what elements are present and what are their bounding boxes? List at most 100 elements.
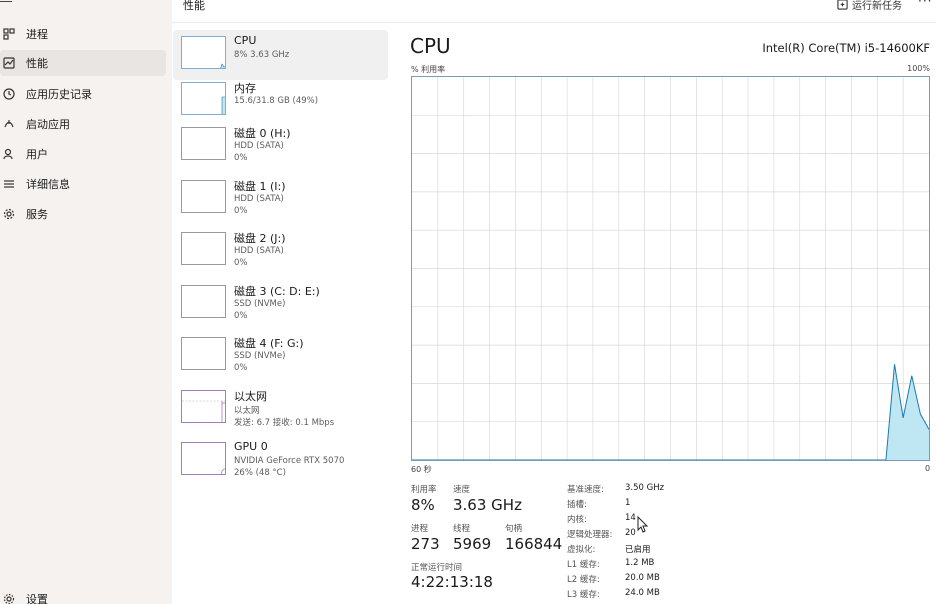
run-task-icon [837, 0, 848, 10]
device-name: 以太网 [234, 390, 267, 403]
spec-value: 20.0 MB [625, 573, 660, 583]
cpu-utilization-graph [411, 76, 930, 461]
device-item-disk-0[interactable]: 磁盘 0 (H:) HDD (SATA) 0% [173, 121, 388, 171]
spec-value: 1.2 MB [625, 558, 655, 568]
device-item-cpu[interactable]: CPU 8% 3.63 GHz [173, 30, 388, 80]
threads-label: 线程 [453, 524, 471, 534]
sidebar-item-label: 用户 [26, 148, 48, 161]
spec-value: 已启用 [625, 545, 651, 555]
device-item-gpu-0[interactable]: GPU 0 NVIDIA GeForce RTX 5070 26% (48 °C… [173, 436, 388, 486]
graph-xlabel-right: 0 [925, 464, 931, 473]
device-thumbnail [181, 127, 226, 160]
device-item-ethernet[interactable]: 以太网 以太网 发送: 6.7 接收: 0.1 Mbps [173, 384, 388, 434]
threads-value: 5969 [453, 535, 492, 553]
hamburger-menu-icon[interactable] [0, 0, 14, 10]
device-name: CPU [234, 34, 257, 47]
device-thumbnail [181, 82, 226, 115]
sidebar-item-details[interactable]: 详细信息 [0, 171, 166, 197]
device-name: 磁盘 1 (I:) [234, 180, 286, 193]
device-name: 磁盘 2 (J:) [234, 232, 286, 245]
device-thumbnail [181, 232, 226, 265]
users-icon [2, 147, 16, 161]
cpu-chart-svg [412, 77, 930, 461]
more-options-button[interactable]: ··· [918, 0, 932, 8]
speed-label: 速度 [453, 485, 471, 495]
graph-ylabel: % 利用率 [411, 65, 446, 74]
device-thumbnail [181, 442, 226, 475]
spec-label: 虚拟化: [567, 545, 596, 555]
device-subtitle: NVIDIA GeForce RTX 5070 [234, 456, 345, 466]
spec-value: 3.50 GHz [625, 483, 665, 493]
performance-icon [2, 56, 16, 70]
processes-label: 进程 [411, 524, 429, 534]
device-item-disk-2[interactable]: 磁盘 2 (J:) HDD (SATA) 0% [173, 226, 388, 276]
graph-ymax-label: 100% [907, 64, 930, 73]
device-subtitle: SSD (NVMe) [234, 351, 286, 361]
device-thumbnail [181, 390, 226, 423]
settings-gear-icon [2, 592, 16, 604]
device-name: 磁盘 0 (H:) [234, 127, 291, 140]
sidebar-item-settings[interactable]: 设置 [0, 586, 166, 604]
sidebar-item-services[interactable]: 服务 [0, 201, 166, 227]
run-new-task-button[interactable]: 运行新任务 [837, 0, 902, 12]
device-usage: 0% [234, 206, 248, 216]
mouse-cursor-icon [637, 516, 649, 533]
device-subtitle: HDD (SATA) [234, 246, 284, 256]
device-subtitle: 15.6/31.8 GB (49%) [234, 96, 319, 106]
spec-value: 20 [625, 528, 636, 538]
spec-label: 逻辑处理器: [567, 530, 613, 540]
cpu-model-name: Intel(R) Core(TM) i5-14600KF [762, 41, 930, 55]
device-item-disk-3[interactable]: 磁盘 3 (C: D: E:) SSD (NVMe) 0% [173, 279, 388, 329]
device-usage: 0% [234, 311, 248, 321]
device-usage: 26% (48 °C) [234, 468, 286, 478]
sidebar-item-label: 启动应用 [26, 118, 70, 131]
uptime-label: 正常运行时间 [411, 563, 463, 573]
device-thumbnail [181, 36, 226, 69]
sidebar-item-label: 应用历史记录 [26, 88, 92, 101]
device-item-memory[interactable]: 内存 15.6/31.8 GB (49%) [173, 76, 388, 126]
run-task-label: 运行新任务 [852, 1, 902, 12]
sidebar-item-label: 详细信息 [26, 178, 70, 191]
sidebar-item-label: 服务 [26, 208, 48, 221]
device-thumbnail [181, 180, 226, 213]
spec-label: L2 缓存: [567, 575, 600, 585]
sidebar-item-startup[interactable]: 启动应用 [0, 111, 166, 137]
utilization-value: 8% [411, 496, 435, 514]
sidebar: 进程 性能 应用历史记录 启动应用 用户 详细信息 服务 设置 [0, 0, 172, 604]
processes-icon [2, 27, 16, 41]
device-subtitle: 以太网 [234, 406, 260, 416]
sidebar-item-performance[interactable]: 性能 [0, 50, 166, 76]
page-title: 性能 [183, 0, 205, 12]
sidebar-item-processes[interactable]: 进程 [0, 21, 166, 47]
spec-value: 14 [625, 513, 636, 523]
handles-label: 句柄 [505, 524, 523, 534]
device-thumbnail [181, 285, 226, 318]
device-item-disk-4[interactable]: 磁盘 4 (F: G:) SSD (NVMe) 0% [173, 331, 388, 381]
device-subtitle: SSD (NVMe) [234, 299, 286, 309]
spec-label: L1 缓存: [567, 560, 600, 570]
sidebar-item-label: 设置 [26, 593, 48, 604]
spec-label: 插槽: [567, 500, 587, 510]
device-thumbnail [181, 337, 226, 370]
startup-icon [2, 117, 16, 131]
header-divider [172, 22, 936, 23]
sidebar-item-history[interactable]: 应用历史记录 [0, 81, 166, 107]
details-icon [2, 177, 16, 191]
spec-value: 1 [625, 498, 631, 508]
device-usage: 0% [234, 363, 248, 373]
uptime-value: 4:22:13:18 [411, 573, 493, 591]
device-name: 磁盘 4 (F: G:) [234, 337, 304, 350]
history-icon [2, 87, 16, 101]
device-item-disk-1[interactable]: 磁盘 1 (I:) HDD (SATA) 0% [173, 174, 388, 224]
sidebar-item-users[interactable]: 用户 [0, 141, 166, 167]
processes-value: 273 [411, 535, 440, 553]
device-name: 磁盘 3 (C: D: E:) [234, 285, 320, 298]
spec-label: 基准速度: [567, 485, 604, 495]
spec-label: L3 缓存: [567, 590, 600, 600]
device-usage: 0% [234, 153, 248, 163]
sidebar-item-label: 性能 [26, 57, 48, 70]
device-name: 内存 [234, 82, 256, 95]
spec-label: 内核: [567, 515, 587, 525]
cpu-title: CPU [410, 34, 451, 58]
spec-value: 24.0 MB [625, 588, 660, 598]
